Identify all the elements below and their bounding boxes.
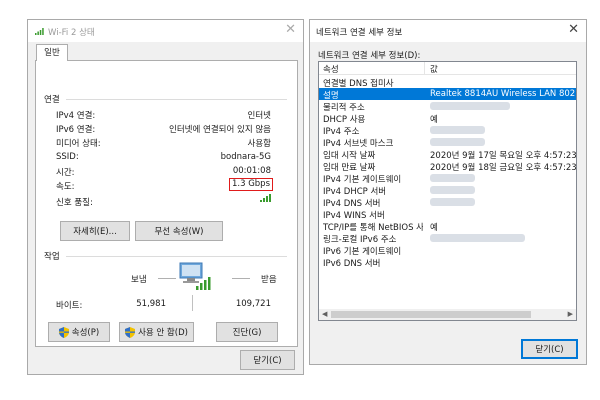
list-item-selected[interactable]: 설명 Realtek 8814AU Wireless LAN 802.11ac … — [319, 88, 576, 101]
properties-button[interactable]: 속성(P) — [48, 322, 110, 342]
details-button[interactable]: 자세히(E)... — [60, 221, 130, 241]
network-computer-icon — [179, 262, 211, 290]
scroll-left-icon[interactable]: ◀ — [322, 310, 327, 318]
section-connection: 연결 — [44, 95, 60, 105]
column-separator[interactable] — [424, 62, 425, 75]
network-details-window: 네트워크 연결 세부 정보 ✕ 네트워크 연결 세부 정보(D): 속성 값 연… — [309, 19, 587, 365]
ipv4-label: IPv4 연결: — [56, 111, 96, 121]
media-state-label: 미디어 상태: — [56, 139, 101, 149]
wireless-properties-button[interactable]: 무선 속성(W) — [135, 221, 223, 241]
property-value-redacted — [430, 101, 576, 111]
section-divider — [66, 99, 287, 100]
horizontal-scrollbar[interactable]: ◀ ▶ — [319, 309, 576, 320]
bytes-received-value: 109,721 — [235, 299, 271, 309]
received-label: 받음 — [261, 275, 277, 285]
close-button[interactable]: 닫기(C) — [240, 350, 295, 370]
window-title: 네트워크 연결 세부 정보 — [316, 28, 403, 38]
section-activity: 작업 — [44, 252, 60, 262]
list-item[interactable]: IPv6 기본 게이트웨이 — [319, 244, 576, 257]
scroll-right-icon[interactable]: ▶ — [568, 310, 573, 318]
list-item[interactable]: IPv4 서브넷 마스크 — [319, 136, 576, 149]
close-button[interactable]: 닫기(C) — [521, 339, 578, 359]
list-item[interactable]: 링크-로컬 IPv6 주소 — [319, 232, 576, 245]
ipv4-value: 인터넷 — [247, 111, 271, 121]
signal-quality-label: 신호 품질: — [56, 198, 93, 208]
property-value-redacted — [430, 125, 576, 135]
close-icon[interactable]: ✕ — [285, 23, 296, 37]
bytes-label: 바이트: — [56, 301, 83, 311]
speed-label: 속도: — [56, 182, 75, 192]
details-list[interactable]: 속성 값 연결별 DNS 접미사 설명 Realtek 8814AU Wirel… — [318, 61, 577, 321]
properties-label: 속성(P) — [71, 328, 100, 338]
duration-value: 00:01:08 — [232, 166, 271, 176]
title-bar: 네트워크 연결 세부 정보 ✕ — [310, 20, 586, 42]
list-item[interactable]: IPv4 WINS 서버 — [319, 208, 576, 221]
general-panel: 연결 IPv4 연결: 인터넷 IPv6 연결: 인터넷에 연결되어 있지 않음… — [35, 60, 298, 347]
diagnose-button[interactable]: 진단(G) — [216, 322, 278, 342]
column-property[interactable]: 속성 — [323, 63, 339, 75]
details-list-label: 네트워크 연결 세부 정보(D): — [318, 51, 421, 61]
received-line — [232, 278, 250, 279]
property-value-redacted — [430, 185, 576, 195]
list-item[interactable]: 임대 만료 날짜 2020년 9월 18일 금요일 오후 4:57:23 — [319, 160, 576, 173]
tab-general[interactable]: 일반 — [36, 44, 68, 61]
speed-value: 1.3 Gbps — [228, 178, 273, 191]
disable-label: 사용 안 함(D) — [138, 328, 188, 338]
ipv6-value: 인터넷에 연결되어 있지 않음 — [169, 125, 271, 135]
wifi-signal-icon — [35, 28, 44, 35]
list-item[interactable]: IPv4 DHCP 서버 — [319, 184, 576, 197]
property-value-redacted — [430, 197, 576, 207]
uac-shield-icon — [58, 326, 69, 338]
ssid-value: bodnara-5G — [220, 152, 271, 162]
wifi-signal-icon — [260, 194, 271, 202]
list-item[interactable]: 물리적 주소 — [319, 100, 576, 113]
wifi-status-window: Wi-Fi 2 상태 ✕ 일반 연결 IPv4 연결: 인터넷 IPv6 연결:… — [27, 19, 304, 375]
property-value-redacted — [430, 233, 576, 243]
window-title: Wi-Fi 2 상태 — [48, 28, 95, 38]
list-item[interactable]: IPv4 기본 게이트웨이 — [319, 172, 576, 185]
ssid-label: SSID: — [56, 152, 79, 162]
property-value-redacted — [430, 173, 576, 183]
property-value: Realtek 8814AU Wireless LAN 802.11ac USB… — [430, 89, 576, 99]
list-item[interactable]: 임대 시작 날짜 2020년 9월 17일 목요일 오후 4:57:23 — [319, 148, 576, 161]
bytes-divider — [192, 295, 193, 311]
ipv6-label: IPv6 연결: — [56, 125, 96, 135]
disable-button[interactable]: 사용 안 함(D) — [119, 322, 194, 342]
list-item[interactable]: IPv6 DNS 서버 — [319, 256, 576, 269]
media-state-value: 사용함 — [247, 139, 271, 149]
title-bar: Wi-Fi 2 상태 ✕ — [28, 20, 303, 42]
sent-label: 보냄 — [131, 275, 147, 285]
property-name: IPv6 DNS 서버 — [323, 259, 381, 269]
close-icon[interactable]: ✕ — [568, 23, 579, 37]
duration-label: 시간: — [56, 168, 75, 178]
list-header: 속성 값 — [319, 62, 576, 75]
property-value-redacted — [430, 137, 576, 147]
uac-shield-icon — [125, 326, 136, 338]
section-divider — [66, 256, 287, 257]
list-item[interactable]: 연결별 DNS 접미사 — [319, 76, 576, 89]
sent-line — [158, 278, 176, 279]
list-item[interactable]: IPv4 주소 — [319, 124, 576, 137]
scroll-thumb[interactable] — [331, 311, 531, 318]
column-value[interactable]: 값 — [430, 63, 438, 75]
bytes-sent-value: 51,981 — [136, 299, 166, 309]
list-item[interactable]: DHCP 사용 예 — [319, 112, 576, 125]
list-item[interactable]: TCP/IP를 통해 NetBIOS 사... 예 — [319, 220, 576, 233]
list-item[interactable]: IPv4 DNS 서버 — [319, 196, 576, 209]
